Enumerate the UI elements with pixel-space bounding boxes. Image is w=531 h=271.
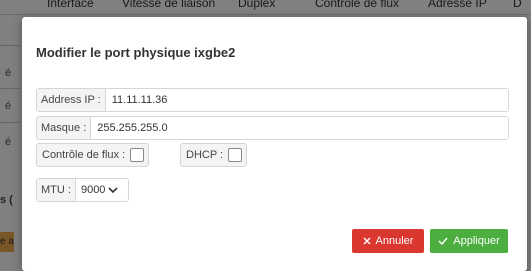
bg-fragment: é [5, 67, 12, 79]
mask-label: Masque : [37, 117, 92, 139]
mtu-select[interactable]: 9000 [76, 179, 128, 201]
flow-control-label: Contrôle de flux : [42, 149, 126, 161]
bg-fragment: é [5, 100, 12, 112]
mtu-label: MTU : [37, 179, 76, 201]
bg-fragment: é [5, 136, 12, 148]
bg-col-interface: Interface [47, 0, 94, 10]
cancel-label: Annuler [375, 235, 414, 247]
mask-input[interactable] [91, 117, 508, 139]
bg-col-speed: Vitesse de liaison [122, 0, 216, 10]
dhcp-checkbox[interactable] [228, 148, 243, 162]
bg-col-flow: Contrôle de flux [315, 0, 400, 10]
bg-col-d: D [513, 0, 522, 10]
ip-address-label: Address IP : [37, 89, 106, 111]
ip-address-field: Address IP : [36, 88, 509, 112]
dhcp-label: DHCP : [186, 149, 224, 161]
bg-row-divider [0, 88, 20, 89]
chevron-down-icon [105, 186, 123, 194]
modal-title: Modifier le port physique ixgbe2 [36, 45, 236, 60]
bg-col-ip: Adresse IP [428, 0, 487, 10]
dhcp-field: DHCP : [180, 143, 248, 167]
flow-control-field: Contrôle de flux : [36, 143, 150, 167]
check-icon [438, 237, 448, 245]
cancel-button[interactable]: Annuler [352, 229, 424, 253]
flow-control-checkbox[interactable] [130, 148, 145, 162]
ip-address-input[interactable] [105, 89, 508, 111]
bg-row-divider [0, 45, 20, 46]
mtu-field: MTU : 9000 [36, 178, 130, 202]
apply-button[interactable]: Appliquer [430, 229, 508, 253]
bg-row-divider [0, 122, 20, 123]
background-table-header: Interface Vitesse de liaison Duplex Cont… [0, 0, 531, 15]
close-icon [363, 237, 371, 245]
bg-button-label: e a [0, 236, 14, 247]
apply-label: Appliquer [453, 235, 500, 247]
edit-port-modal: Modifier le port physique ixgbe2 Address… [22, 17, 527, 271]
bg-col-duplex: Duplex [238, 0, 276, 10]
bg-fragment: s ( [0, 194, 13, 206]
bg-button: e a [0, 232, 14, 252]
mask-field: Masque : [36, 116, 509, 140]
mtu-value: 9000 [80, 184, 106, 196]
